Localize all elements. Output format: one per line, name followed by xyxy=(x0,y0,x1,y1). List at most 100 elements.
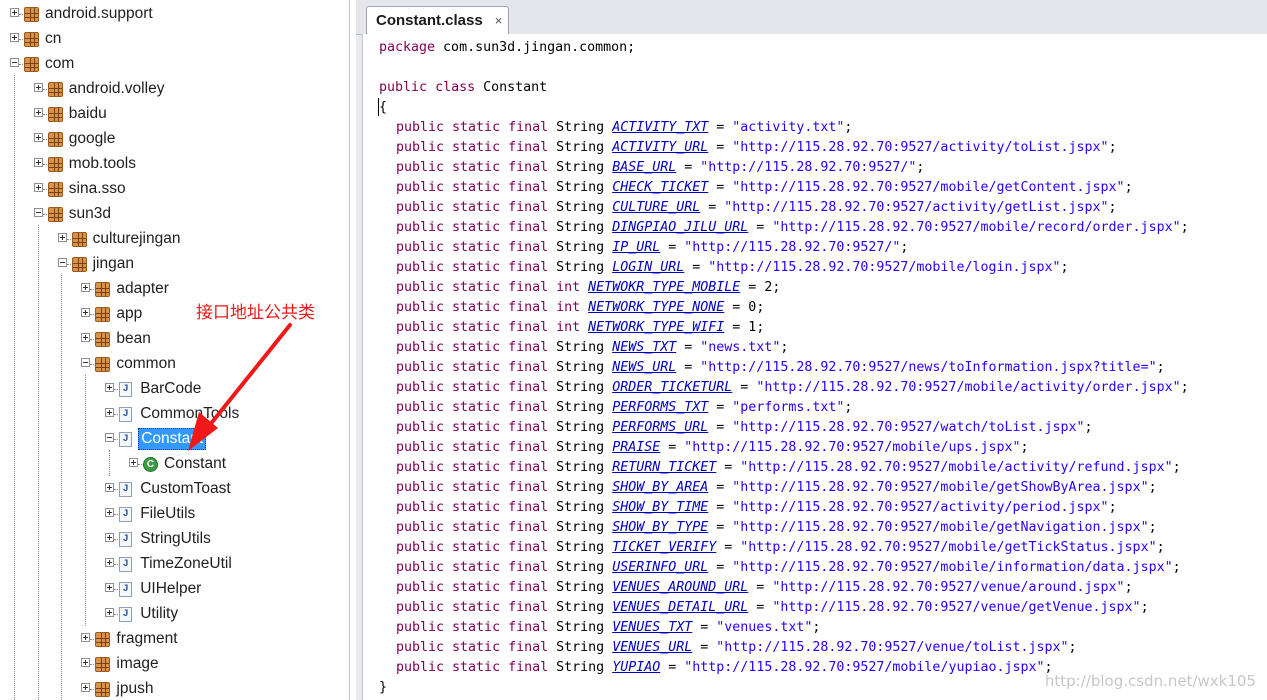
tree-item-image[interactable]: image xyxy=(0,652,349,677)
expand-icon[interactable] xyxy=(33,183,43,192)
tree-item-label: jingan xyxy=(92,255,134,272)
field-name: LOGIN_URL xyxy=(612,260,685,275)
tree-item-constant[interactable]: J Constant xyxy=(0,427,349,452)
tree-item-android-support[interactable]: android.support xyxy=(0,2,349,27)
tree-item-cn[interactable]: cn xyxy=(0,27,349,52)
tree-item-baidu[interactable]: baidu xyxy=(0,102,349,127)
field-name: NETWORK_TYPE_WIFI xyxy=(588,320,725,335)
tree-item-fragment[interactable]: fragment xyxy=(0,627,349,652)
tree-item-utility[interactable]: J Utility xyxy=(0,602,349,627)
field-name: SHOW_BY_AREA xyxy=(612,480,709,495)
field-value: 0 xyxy=(748,300,757,315)
expand-icon[interactable] xyxy=(129,458,138,467)
package-icon xyxy=(47,157,63,172)
code-line-field: public static final int NETWOKR_TYPE_MOB… xyxy=(396,280,781,295)
tree-item-jingan[interactable]: jingan xyxy=(0,252,349,277)
field-type: String xyxy=(556,520,605,535)
expand-icon[interactable] xyxy=(105,383,115,392)
expand-icon[interactable] xyxy=(105,558,115,567)
tree-item-mob-tools[interactable]: mob.tools xyxy=(0,152,349,177)
watermark: http://blog.csdn.net/wxk105 xyxy=(1044,672,1256,690)
field-modifiers: public static final xyxy=(396,240,549,255)
field-name: VENUES_AROUND_URL xyxy=(612,580,749,595)
collapse-icon[interactable] xyxy=(81,358,91,367)
field-name: ACTIVITY_TXT xyxy=(612,120,709,135)
field-value: "http://115.28.92.70:9527/activity/perio… xyxy=(732,500,1109,515)
code-line-field: public static final String DINGPIAO_JILU… xyxy=(396,220,1189,235)
field-value: "http://115.28.92.70:9527/activity/toLis… xyxy=(732,140,1109,155)
field-type: String xyxy=(556,420,605,435)
tree-item-commontools[interactable]: J CommonTools xyxy=(0,402,349,427)
code-line-field: public static final String NEWS_URL = "h… xyxy=(396,360,1165,375)
field-name: NEWS_TXT xyxy=(612,340,677,355)
expand-icon[interactable] xyxy=(33,158,43,167)
tab-constant-class[interactable]: Constant.class × xyxy=(366,6,510,34)
field-type: String xyxy=(556,500,605,515)
field-value: "http://115.28.92.70:9527/mobile/record/… xyxy=(772,220,1181,235)
collapse-icon[interactable] xyxy=(10,58,19,67)
keyword-package: package xyxy=(379,40,436,55)
tree-item-constant-class[interactable]: C Constant xyxy=(0,452,349,477)
field-type: String xyxy=(556,560,605,575)
field-modifiers: public static final xyxy=(396,140,549,155)
expand-icon[interactable] xyxy=(105,483,115,492)
keyword-public: public xyxy=(379,80,428,95)
field-name: NEWS_URL xyxy=(612,360,677,375)
editor-area: Constant.class × package com.sun3d.jinga… xyxy=(356,0,1267,700)
tree-item-fileutils[interactable]: J FileUtils xyxy=(0,502,349,527)
expand-icon[interactable] xyxy=(33,108,43,117)
tree-item-label: TimeZoneUtil xyxy=(140,555,232,572)
expand-icon[interactable] xyxy=(105,608,115,617)
expand-icon[interactable] xyxy=(81,633,91,642)
tree-item-customtoast[interactable]: J CustomToast xyxy=(0,477,349,502)
collapse-icon[interactable] xyxy=(57,258,67,267)
tree-item-google[interactable]: google xyxy=(0,127,349,152)
expand-icon[interactable] xyxy=(57,233,67,242)
expand-icon[interactable] xyxy=(105,533,115,542)
expand-icon[interactable] xyxy=(105,408,115,417)
field-type: String xyxy=(556,660,605,675)
package-icon xyxy=(47,182,63,197)
expand-icon[interactable] xyxy=(81,308,91,317)
tree-item-android-volley[interactable]: android.volley xyxy=(0,77,349,102)
code-line-field: public static final String NEWS_TXT = "n… xyxy=(396,340,789,355)
code-line-open-brace: { xyxy=(379,100,388,115)
code-line-field: public static final String VENUES_DETAIL… xyxy=(396,600,1149,615)
tree-item-com[interactable]: com xyxy=(0,52,349,77)
tree-item-uihelper[interactable]: J UIHelper xyxy=(0,577,349,602)
field-modifiers: public static final xyxy=(396,500,549,515)
expand-icon[interactable] xyxy=(81,283,91,292)
field-value: "http://115.28.92.70:9527/mobile/getNavi… xyxy=(732,520,1149,535)
java-file-icon: J xyxy=(119,482,133,497)
code-editor[interactable]: package com.sun3d.jingan.common; public … xyxy=(362,34,1267,700)
package-icon xyxy=(24,32,39,47)
expand-icon[interactable] xyxy=(33,133,43,142)
expand-icon[interactable] xyxy=(105,583,115,592)
expand-icon[interactable] xyxy=(81,683,91,692)
collapse-icon[interactable] xyxy=(33,208,43,217)
field-name: ORDER_TICKETURL xyxy=(612,380,733,395)
expand-icon[interactable] xyxy=(33,83,43,92)
expand-icon[interactable] xyxy=(10,8,19,17)
collapse-icon[interactable] xyxy=(105,433,115,442)
tree-item-sun3d[interactable]: sun3d xyxy=(0,202,349,227)
close-icon[interactable]: × xyxy=(495,13,503,28)
expand-icon[interactable] xyxy=(81,333,91,342)
tree-item-timezoneutil[interactable]: J TimeZoneUtil xyxy=(0,552,349,577)
tree-item-common[interactable]: common xyxy=(0,352,349,377)
tree-item-sina-sso[interactable]: sina.sso xyxy=(0,177,349,202)
field-value: "http://115.28.92.70:9527/mobile/getShow… xyxy=(732,480,1149,495)
expand-icon[interactable] xyxy=(105,508,115,517)
expand-icon[interactable] xyxy=(81,658,91,667)
expand-icon[interactable] xyxy=(10,33,19,42)
tree-item-stringutils[interactable]: J StringUtils xyxy=(0,527,349,552)
tree-item-jpush[interactable]: jpush xyxy=(0,677,349,700)
package-name: com.sun3d.jingan.common; xyxy=(435,40,636,55)
tree-item-barcode[interactable]: J BarCode xyxy=(0,377,349,402)
field-modifiers: public static final xyxy=(396,300,549,315)
tree-item-bean[interactable]: bean xyxy=(0,327,349,352)
package-icon xyxy=(24,57,39,72)
field-type: String xyxy=(556,220,605,235)
field-type: String xyxy=(556,440,605,455)
tree-item-culturejingan[interactable]: culturejingan xyxy=(0,227,349,252)
